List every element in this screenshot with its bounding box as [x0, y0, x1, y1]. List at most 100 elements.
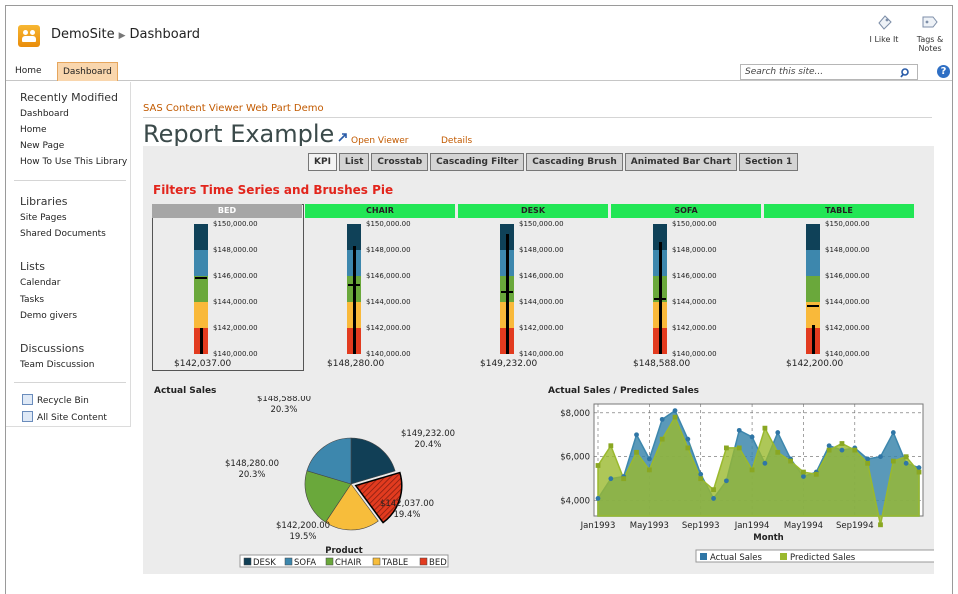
tab-animated-bar-chart[interactable]: Animated Bar Chart — [624, 153, 737, 171]
data-point-predicted — [621, 476, 627, 482]
data-point-actual — [724, 478, 729, 484]
all-site-content-link[interactable]: All Site Content — [37, 413, 107, 423]
nav-dashboard[interactable]: Dashboard — [57, 62, 118, 81]
pie-chart[interactable]: $149,232.0020.4% $142,037.0019.4% $142,200… — [143, 396, 533, 574]
tag-icon — [922, 16, 938, 28]
recycle-bin-link[interactable]: Recycle Bin — [37, 396, 89, 406]
lists-heading[interactable]: Lists — [20, 260, 45, 273]
data-point-predicted — [852, 447, 858, 453]
kpi-value-label: $148,588.00 — [633, 359, 691, 369]
gauge-tick-label: $140,000.00 — [519, 350, 564, 358]
gauge-band — [194, 250, 208, 276]
legend-swatch-sofa — [284, 557, 293, 566]
gauge-tick-label: $150,000.00 — [825, 220, 870, 228]
breadcrumb-site[interactable]: DemoSite — [51, 27, 115, 42]
discussion-item[interactable]: Team Discussion — [20, 360, 95, 370]
data-point-predicted — [903, 454, 909, 460]
thumbs-up-icon — [878, 15, 892, 30]
line-chart-title: Actual Sales / Predicted Sales — [548, 386, 700, 396]
x-tick-label: Jan1994 — [734, 521, 770, 531]
nav-home[interactable]: Home — [10, 62, 47, 81]
data-point-predicted — [595, 463, 601, 468]
recycle-bin-icon — [22, 394, 33, 405]
kpi-header-chair[interactable]: CHAIR — [305, 204, 455, 218]
pie-percent-label: 20.3% — [238, 470, 265, 480]
data-point-predicted — [672, 414, 678, 420]
data-point-predicted — [634, 449, 639, 455]
library-item[interactable]: Site Pages — [20, 213, 67, 223]
recent-item[interactable]: New Page — [20, 141, 64, 151]
x-tick-label: Sep1993 — [682, 521, 720, 531]
section-title: Filters Time Series and Brushes Pie — [153, 183, 394, 197]
libraries-heading[interactable]: Libraries — [20, 195, 68, 208]
kpi-target-mark — [807, 305, 819, 307]
x-axis-label: Month — [753, 533, 783, 543]
legend-label-sofa: SOFA — [294, 558, 316, 568]
kpi-value-label: $149,232.00 — [480, 359, 538, 369]
legend-label-actual: Actual Sales — [710, 553, 763, 563]
report-tabs: KPI List Crosstab Cascading Filter Casca… — [308, 153, 800, 172]
pie-percent-label: 19.5% — [289, 532, 316, 542]
web-part-title: SAS Content Viewer Web Part Demo — [143, 103, 324, 114]
tab-list[interactable]: List — [338, 153, 370, 171]
list-item[interactable]: Calendar — [20, 278, 60, 288]
recent-item[interactable]: How To Use This Library — [20, 157, 127, 167]
kpi-value-label: $142,200.00 — [786, 359, 844, 369]
pie-value-label: $142,200.00 — [276, 521, 330, 531]
data-point-predicted — [801, 469, 806, 475]
area-chart[interactable]: $4,000 $6,000 $8,000 Jan1993 May1993 Sep1993 J… — [538, 396, 934, 574]
data-point-predicted — [775, 449, 781, 455]
kpi-header-sofa[interactable]: SOFA — [611, 204, 761, 218]
data-point-predicted — [724, 445, 729, 451]
legend-swatch-desk — [243, 557, 252, 566]
gauge-band — [194, 302, 208, 328]
kpi-header-bed[interactable]: BED — [152, 204, 302, 218]
kpi-header-table[interactable]: TABLE — [764, 204, 914, 218]
data-point-predicted — [698, 476, 704, 482]
legend-label-desk: DESK — [253, 558, 276, 568]
list-item[interactable]: Demo givers — [20, 311, 77, 321]
tab-cascading-filter[interactable]: Cascading Filter — [430, 153, 525, 171]
report-panel: KPI List Crosstab Cascading Filter Casca… — [143, 146, 934, 574]
data-point-predicted — [865, 460, 871, 466]
tab-kpi[interactable]: KPI — [308, 153, 337, 171]
recent-item[interactable]: Home — [20, 125, 47, 135]
search-input[interactable]: Search this site... — [740, 64, 918, 80]
data-point-actual — [608, 476, 614, 482]
breadcrumb: DemoSite ▶ Dashboard — [51, 27, 200, 42]
gauge-tick-label: $150,000.00 — [366, 220, 411, 228]
data-point-predicted — [711, 487, 716, 493]
tab-crosstab[interactable]: Crosstab — [371, 153, 429, 171]
data-point-predicted — [659, 436, 665, 442]
list-item[interactable]: Tasks — [20, 295, 44, 305]
data-point-actual — [672, 408, 678, 413]
quick-launch: Recently Modified Dashboard Home New Pag… — [6, 82, 131, 427]
open-viewer-link[interactable]: Open Viewer — [351, 136, 409, 146]
details-link[interactable]: Details — [441, 136, 472, 146]
search-button[interactable] — [894, 64, 918, 80]
data-point-predicted — [749, 467, 755, 473]
gauge-tick-label: $146,000.00 — [825, 272, 870, 280]
gauge-tick-label: $140,000.00 — [825, 350, 870, 358]
tab-section-1[interactable]: Section 1 — [738, 153, 799, 171]
kpi-target-mark — [348, 284, 360, 286]
tab-cascading-brush[interactable]: Cascading Brush — [526, 153, 623, 171]
legend-label-table: TABLE — [381, 558, 408, 568]
kpi-header-desk[interactable]: DESK — [458, 204, 608, 218]
data-point-predicted — [646, 467, 652, 473]
data-point-actual — [595, 496, 601, 501]
i-like-it-button[interactable]: I Like It — [866, 14, 902, 44]
site-logo-icon[interactable] — [18, 25, 40, 47]
gauge-tick-label: $142,000.00 — [213, 324, 258, 332]
recent-item[interactable]: Dashboard — [20, 109, 69, 119]
all-site-content-icon — [22, 411, 33, 422]
library-item[interactable]: Shared Documents — [20, 229, 106, 239]
breadcrumb-page: Dashboard — [129, 27, 201, 42]
data-point-actual — [890, 430, 896, 435]
gauge-tick-label: $148,000.00 — [366, 246, 411, 254]
gauge-tick-label: $148,000.00 — [825, 246, 870, 254]
discussions-heading[interactable]: Discussions — [20, 342, 84, 355]
data-point-actual — [736, 427, 742, 433]
tags-notes-button[interactable]: Tags & Notes — [912, 14, 948, 53]
help-icon[interactable]: ? — [937, 65, 950, 78]
